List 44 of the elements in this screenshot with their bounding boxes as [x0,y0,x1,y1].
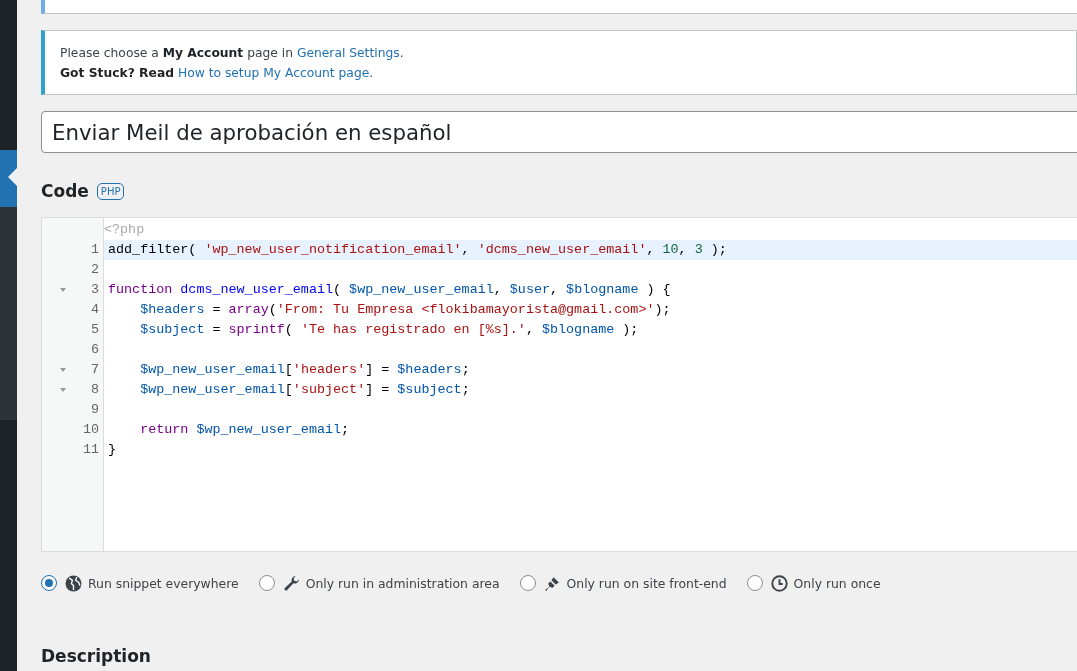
radio-label[interactable]: Run snippet everywhere [88,575,239,591]
radio-button[interactable] [746,575,763,591]
radio-label[interactable]: Only run in administration area [305,575,500,591]
description-heading: Description [41,646,152,666]
code-line: add_filter( 'wp_new_user_notification_email', 'dcms_new_user_email', 10, 3 ); [108,242,727,257]
notice-text: Please choose a My Account page in General Settings. [60,45,405,62]
notice-text: Got Stuck? Read How to setup My Account page. [60,65,375,82]
line-number: 10 [82,421,99,439]
code-line: $subject = sprintf( 'Te has registrado en [%s].', $blogname ); [139,322,639,337]
code-line: $headers = array('From: Tu Empresa <flokibamayorista@gmail.com>'); [139,302,671,317]
brush-icon [543,574,561,592]
fold-icon[interactable] [60,288,66,292]
line-number: 11 [82,441,99,459]
notice-link[interactable]: General Settings [296,46,400,60]
line-number: 2 [90,261,99,279]
pointer-icon [8,168,17,186]
line-number: 4 [90,301,99,319]
radio-button[interactable] [258,575,275,591]
radio-button[interactable] [41,575,57,591]
php-open-tag: <?php [104,220,1077,240]
line-number: 6 [90,341,99,359]
line-number: 9 [90,401,99,419]
wrench-icon [282,574,300,592]
fold-icon[interactable] [60,388,66,392]
fold-icon[interactable] [60,368,66,372]
code-line: } [108,442,117,457]
line-number: 3 [90,281,99,299]
code-line: $wp_new_user_email['subject'] = $subject; [139,382,470,397]
code-line: $wp_new_user_email['headers'] = $headers; [139,362,470,377]
globe-icon [65,574,82,592]
radio-button[interactable] [519,575,536,591]
line-number: 5 [90,321,99,339]
code-line: return $wp_new_user_email; [139,422,350,437]
line-number: 7 [90,361,99,379]
code-heading: Code [41,181,89,201]
clock-icon [770,574,788,592]
active-menu-item[interactable] [0,150,17,207]
language-badge: PHP [96,182,125,200]
code-line: function dcms_new_user_email( $wp_new_user_email, $user, $blogname ) { [108,282,671,297]
radio-label[interactable]: Only run on site front-end [566,575,727,591]
title-input-field[interactable]: Enviar Meil de aprobación en español [41,111,1077,153]
line-number: 1 [90,241,99,259]
line-number: 8 [90,381,99,399]
radio-label[interactable]: Only run once [793,575,881,591]
